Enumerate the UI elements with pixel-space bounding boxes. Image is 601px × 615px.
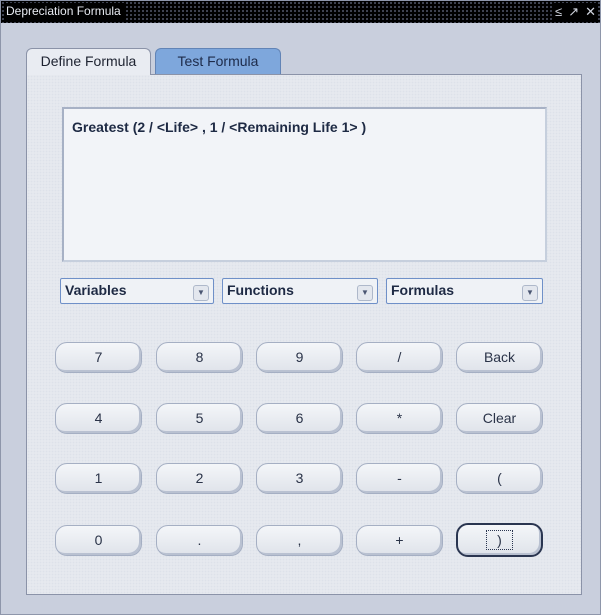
key-9[interactable]: 9 [256, 342, 343, 373]
key-comma[interactable]: , [256, 525, 343, 556]
key-divide[interactable]: / [356, 342, 443, 373]
key-open-paren[interactable]: ( [456, 463, 543, 494]
key-close-paren-label: ) [486, 530, 513, 550]
formulas-dropdown[interactable]: Formulas ▼ [386, 278, 543, 304]
clear-button[interactable]: Clear [456, 403, 543, 434]
window-controls: ≤ ↗ ✕ [553, 3, 598, 20]
key-1[interactable]: 1 [55, 463, 142, 494]
title-bar[interactable]: Depreciation Formula ≤ ↗ ✕ [1, 1, 600, 23]
key-6[interactable]: 6 [256, 403, 343, 434]
minimize-icon[interactable]: ≤ [555, 3, 562, 20]
key-8[interactable]: 8 [156, 342, 243, 373]
maximize-icon[interactable]: ↗ [568, 3, 579, 20]
formulas-dropdown-label: Formulas [391, 282, 455, 298]
tab-define-formula[interactable]: Define Formula [26, 48, 151, 75]
key-minus[interactable]: - [356, 463, 443, 494]
key-multiply[interactable]: * [356, 403, 443, 434]
variables-dropdown-label: Variables [65, 282, 127, 298]
key-0[interactable]: 0 [55, 525, 142, 556]
chevron-down-icon[interactable]: ▼ [357, 285, 373, 301]
key-7[interactable]: 7 [55, 342, 142, 373]
depreciation-formula-window: Depreciation Formula ≤ ↗ ✕ Define Formul… [0, 0, 601, 615]
chevron-down-icon[interactable]: ▼ [522, 285, 538, 301]
key-plus[interactable]: + [356, 525, 443, 556]
functions-dropdown[interactable]: Functions ▼ [222, 278, 378, 304]
chevron-down-icon[interactable]: ▼ [193, 285, 209, 301]
functions-dropdown-label: Functions [227, 282, 294, 298]
key-decimal[interactable]: . [156, 525, 243, 556]
close-icon[interactable]: ✕ [585, 3, 596, 20]
key-5[interactable]: 5 [156, 403, 243, 434]
formula-textarea[interactable]: Greatest (2 / <Life> , 1 / <Remaining Li… [62, 107, 547, 262]
key-4[interactable]: 4 [55, 403, 142, 434]
key-close-paren[interactable]: ) [456, 523, 543, 557]
tab-test-formula[interactable]: Test Formula [155, 48, 281, 74]
back-button[interactable]: Back [456, 342, 543, 373]
variables-dropdown[interactable]: Variables ▼ [60, 278, 214, 304]
window-title: Depreciation Formula [4, 3, 125, 20]
key-3[interactable]: 3 [256, 463, 343, 494]
formula-text: Greatest (2 / <Life> , 1 / <Remaining Li… [72, 119, 367, 135]
key-2[interactable]: 2 [156, 463, 243, 494]
